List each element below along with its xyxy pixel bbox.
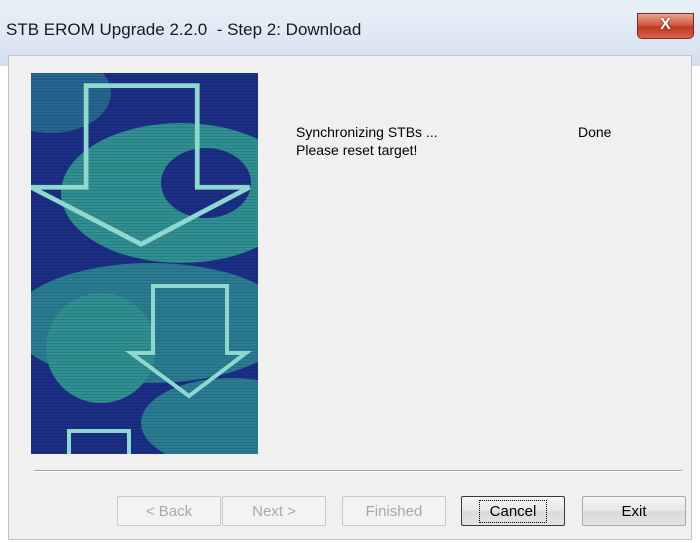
- dialog-window: STB EROM Upgrade 2.2.0 - Step 2: Downloa…: [0, 0, 700, 543]
- back-button[interactable]: < Back: [117, 496, 221, 526]
- close-icon: X: [660, 16, 671, 33]
- status-instruction: Please reset target!: [296, 142, 418, 158]
- download-arrows-illustration: [31, 73, 258, 454]
- exit-button[interactable]: Exit: [582, 496, 686, 526]
- status-result: Done: [578, 124, 612, 140]
- status-synchronizing: Synchronizing STBs ...: [296, 124, 438, 140]
- finished-button[interactable]: Finished: [342, 496, 446, 526]
- window-title: STB EROM Upgrade 2.2.0 - Step 2: Downloa…: [6, 20, 362, 39]
- finished-button-label: Finished: [365, 502, 423, 520]
- wizard-banner-image: [31, 73, 258, 454]
- cancel-button-label: Cancel: [478, 499, 548, 523]
- exit-button-label: Exit: [621, 502, 647, 520]
- next-button[interactable]: Next >: [222, 496, 326, 526]
- next-button-label: Next >: [252, 502, 296, 520]
- back-button-label: < Back: [145, 502, 193, 520]
- separator-line: [34, 470, 682, 472]
- close-button[interactable]: X: [637, 13, 694, 39]
- cancel-button[interactable]: Cancel: [461, 496, 565, 526]
